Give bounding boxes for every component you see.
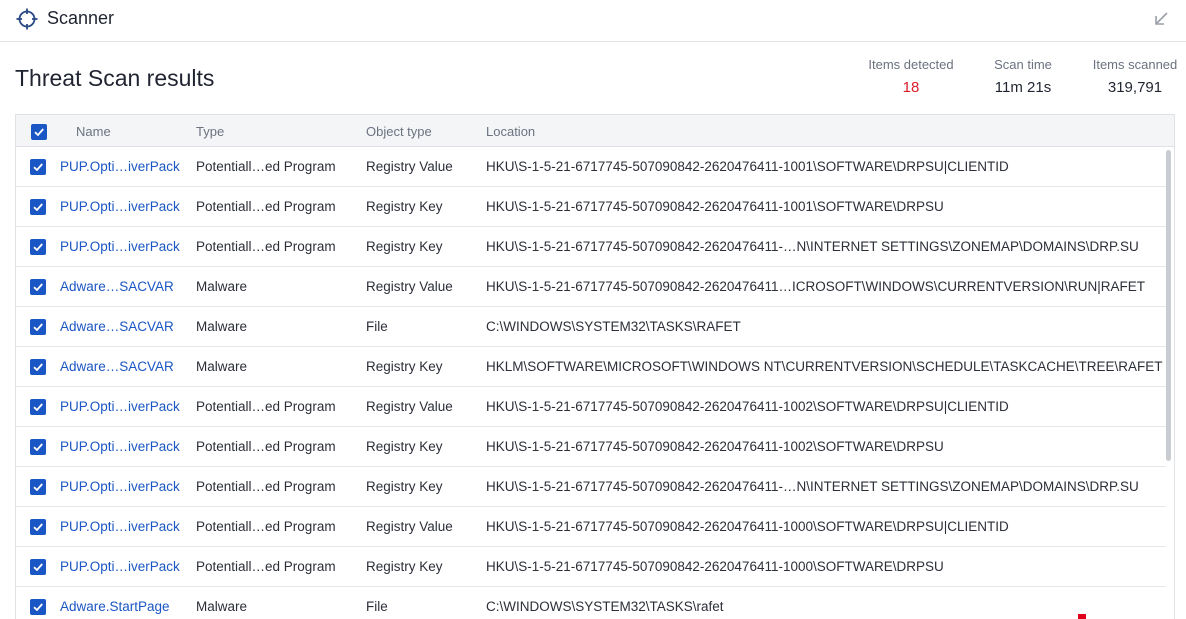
- page-title: Threat Scan results: [15, 65, 215, 91]
- table-row[interactable]: Adware…SACVAR Malware Registry Value HKU\S-…: [16, 267, 1166, 307]
- table-row[interactable]: PUP.Opti…iverPack Potentiall…ed Program Re…: [16, 227, 1166, 267]
- threat-type: Potentiall…ed Program: [196, 519, 336, 534]
- stat-items-detected: Items detected 18: [866, 57, 956, 96]
- threat-type: Potentiall…ed Program: [196, 159, 336, 174]
- threat-name-link[interactable]: PUP.Opti…iverPack: [60, 239, 180, 254]
- location: C:\WINDOWS\SYSTEM32\TASKS\RAFET: [486, 319, 741, 334]
- threat-type: Potentiall…ed Program: [196, 199, 336, 214]
- table-body: PUP.Opti…iverPack Potentiall…ed Program Re…: [16, 147, 1174, 619]
- threat-type: Potentiall…ed Program: [196, 399, 336, 414]
- threat-name-link[interactable]: Adware…SACVAR: [60, 359, 174, 374]
- row-checkbox[interactable]: [30, 399, 46, 415]
- table-row[interactable]: Adware.StartPage Malware File C:\WINDOWS\SY…: [16, 587, 1166, 619]
- row-checkbox[interactable]: [30, 359, 46, 375]
- object-type: File: [366, 319, 388, 334]
- object-type: Registry Value: [366, 279, 453, 294]
- table-row[interactable]: PUP.Opti…iverPack Potentiall…ed Program Re…: [16, 187, 1166, 227]
- table-row[interactable]: PUP.Opti…iverPack Potentiall…ed Program Re…: [16, 387, 1166, 427]
- stat-items-scanned: Items scanned 319,791: [1090, 57, 1180, 96]
- location: HKU\S-1-5-21-6717745-507090842-262047641…: [486, 399, 1009, 414]
- threat-type: Malware: [196, 319, 248, 334]
- table-row[interactable]: Adware…SACVAR Malware File C:\WINDOWS\SYSTE…: [16, 307, 1166, 347]
- row-checkbox[interactable]: [30, 199, 46, 215]
- threat-type: Potentiall…ed Program: [196, 239, 336, 254]
- object-type: Registry Key: [366, 239, 443, 254]
- object-type: File: [366, 599, 388, 614]
- threat-name-link[interactable]: PUP.Opti…iverPack: [60, 439, 180, 454]
- scrollbar-thumb[interactable]: [1166, 150, 1171, 461]
- row-checkbox[interactable]: [30, 439, 46, 455]
- location: HKLM\SOFTWARE\MICROSOFT\WINDOWS NT\CURRE…: [486, 359, 1163, 374]
- table-row[interactable]: PUP.Opti…iverPack Potentiall…ed Program Re…: [16, 467, 1166, 507]
- arrow-down-left-icon[interactable]: [1150, 8, 1172, 30]
- object-type: Registry Value: [366, 159, 453, 174]
- stat-label: Items detected: [868, 57, 954, 72]
- location: HKU\S-1-5-21-6717745-507090842-262047641…: [486, 439, 944, 454]
- table-row[interactable]: PUP.Opti…iverPack Potentiall…ed Program Re…: [16, 147, 1166, 187]
- threat-name-link[interactable]: PUP.Opti…iverPack: [60, 559, 180, 574]
- row-checkbox[interactable]: [30, 599, 46, 615]
- threat-type: Potentiall…ed Program: [196, 559, 336, 574]
- column-header-name[interactable]: Name: [76, 124, 111, 139]
- threat-type: Malware: [196, 359, 248, 374]
- column-header-object-type[interactable]: Object type: [366, 124, 432, 139]
- object-type: Registry Key: [366, 199, 443, 214]
- stat-value: 11m 21s: [994, 79, 1052, 96]
- location: HKU\S-1-5-21-6717745-507090842-262047641…: [486, 559, 944, 574]
- table-row[interactable]: PUP.Opti…iverPack Potentiall…ed Program Re…: [16, 507, 1166, 547]
- object-type: Registry Key: [366, 439, 443, 454]
- location: HKU\S-1-5-21-6717745-507090842-262047641…: [486, 519, 1009, 534]
- threat-name-link[interactable]: Adware…SACVAR: [60, 319, 174, 334]
- column-header-type[interactable]: Type: [196, 124, 224, 139]
- stat-label: Items scanned: [1092, 57, 1178, 72]
- crosshair-icon: [15, 7, 39, 31]
- location: C:\WINDOWS\SYSTEM32\TASKS\rafet: [486, 599, 724, 614]
- select-all-checkbox[interactable]: [31, 124, 47, 140]
- red-marker: [1078, 614, 1086, 619]
- table-row[interactable]: PUP.Opti…iverPack Potentiall…ed Program Re…: [16, 547, 1166, 587]
- threat-type: Potentiall…ed Program: [196, 479, 336, 494]
- threat-name-link[interactable]: PUP.Opti…iverPack: [60, 519, 180, 534]
- app-title: Scanner: [47, 8, 115, 28]
- location: HKU\S-1-5-21-6717745-507090842-262047641…: [486, 159, 1009, 174]
- row-checkbox[interactable]: [30, 159, 46, 175]
- threat-type: Potentiall…ed Program: [196, 439, 336, 454]
- row-checkbox[interactable]: [30, 559, 46, 575]
- threat-name-link[interactable]: PUP.Opti…iverPack: [60, 479, 180, 494]
- threat-name-link[interactable]: PUP.Opti…iverPack: [60, 159, 180, 174]
- title-bar: Scanner: [0, 0, 1186, 42]
- threat-type: Malware: [196, 279, 248, 294]
- threat-name-link[interactable]: PUP.Opti…iverPack: [60, 199, 180, 214]
- threat-name-link[interactable]: Adware.StartPage: [60, 599, 170, 614]
- results-table: Name Type Object type Location PUP.Opti……: [15, 114, 1175, 619]
- location: HKU\S-1-5-21-6717745-507090842-262047641…: [486, 479, 1139, 494]
- table-header: Name Type Object type Location: [16, 115, 1174, 147]
- location: HKU\S-1-5-21-6717745-507090842-262047641…: [486, 239, 1139, 254]
- object-type: Registry Key: [366, 559, 443, 574]
- row-checkbox[interactable]: [30, 239, 46, 255]
- object-type: Registry Key: [366, 479, 443, 494]
- row-checkbox[interactable]: [30, 479, 46, 495]
- location: HKU\S-1-5-21-6717745-507090842-262047641…: [486, 199, 944, 214]
- stat-value: 18: [902, 79, 920, 96]
- row-checkbox[interactable]: [30, 519, 46, 535]
- row-checkbox[interactable]: [30, 279, 46, 295]
- threat-name-link[interactable]: PUP.Opti…iverPack: [60, 399, 180, 414]
- column-header-location[interactable]: Location: [486, 124, 535, 139]
- object-type: Registry Value: [366, 519, 453, 534]
- stat-label: Scan time: [994, 57, 1052, 72]
- row-checkbox[interactable]: [30, 319, 46, 335]
- stat-value: 319,791: [1107, 79, 1163, 96]
- threat-type: Malware: [196, 599, 248, 614]
- table-row[interactable]: PUP.Opti…iverPack Potentiall…ed Program Re…: [16, 427, 1166, 467]
- table-row[interactable]: Adware…SACVAR Malware Registry Key HKLM\SOF…: [16, 347, 1166, 387]
- object-type: Registry Key: [366, 359, 443, 374]
- stat-scan-time: Scan time 11m 21s: [983, 57, 1063, 96]
- object-type: Registry Value: [366, 399, 453, 414]
- location: HKU\S-1-5-21-6717745-507090842-262047641…: [486, 279, 1145, 294]
- threat-name-link[interactable]: Adware…SACVAR: [60, 279, 174, 294]
